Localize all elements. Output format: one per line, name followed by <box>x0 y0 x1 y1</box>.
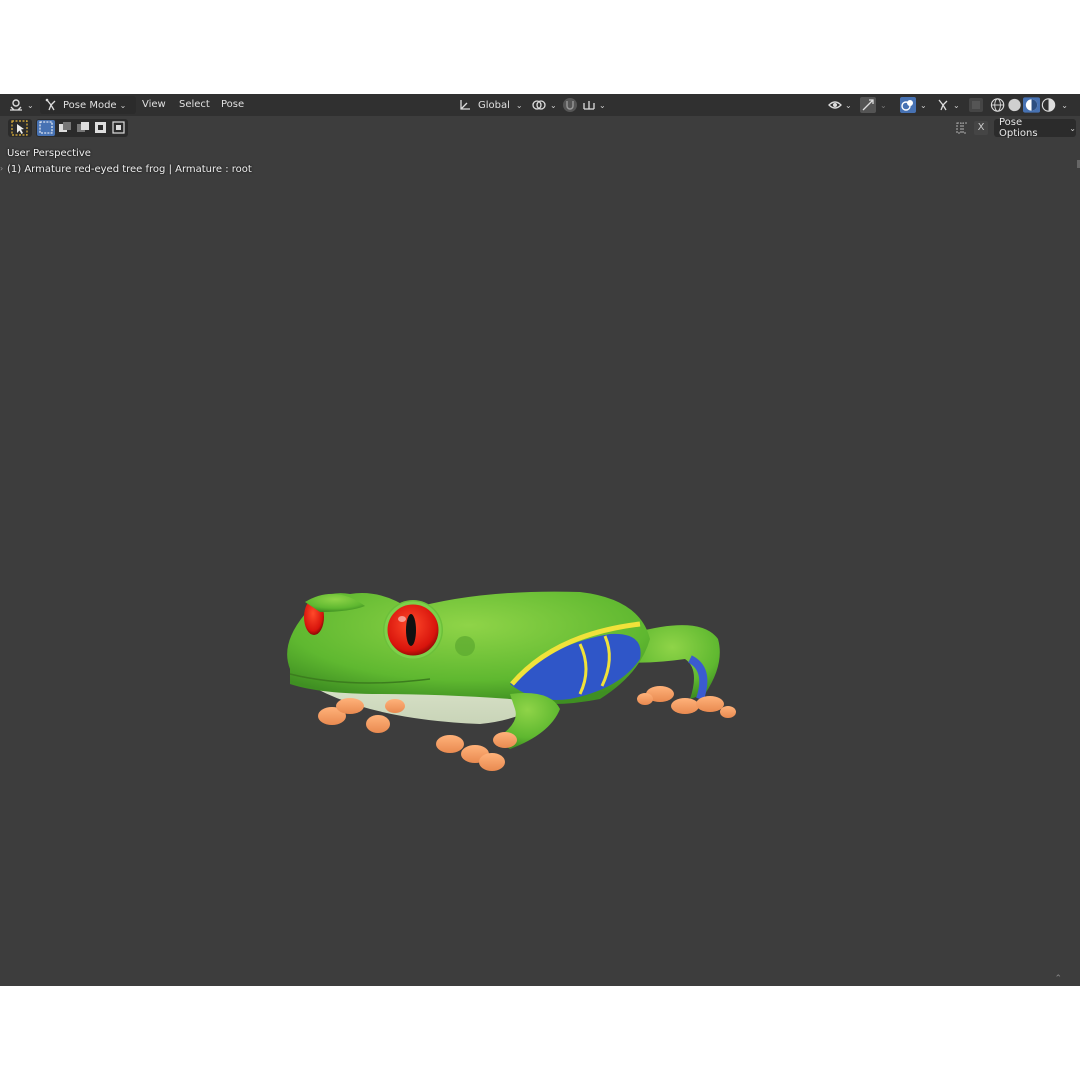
wireframe-shading-icon[interactable] <box>990 97 1005 113</box>
scroll-up-icon[interactable]: ⌃ <box>1054 974 1062 984</box>
overlay-icon <box>900 97 916 113</box>
mirror-x-group: X <box>952 119 988 137</box>
xray-icon <box>969 98 983 112</box>
pose-mode-icon <box>45 98 56 111</box>
material-shading-icon[interactable] <box>1023 97 1041 113</box>
mode-label: Pose Mode <box>63 99 117 111</box>
object-info-label: (1) Armature red-eyed tree frog | Armatu… <box>7 164 252 175</box>
blender-window: ⌄ Pose Mode ⌄ View Select Pose Global ⌄ … <box>0 94 1080 986</box>
select-mode-group <box>36 119 128 137</box>
snap-toggle[interactable] <box>562 96 580 114</box>
editor-type-button[interactable]: ⌄ <box>8 96 34 114</box>
active-tool-button[interactable] <box>8 119 32 137</box>
mode-selector[interactable]: Pose Mode ⌄ <box>40 96 136 114</box>
gizmo-toggle[interactable] <box>860 96 878 114</box>
select-box-tool-icon <box>11 120 28 136</box>
gizmo-icon <box>860 97 876 113</box>
proportional-icon <box>583 101 595 110</box>
snap-icon <box>563 98 577 112</box>
visibility-dropdown[interactable]: ⌄ <box>828 96 854 114</box>
editor-type-icon <box>10 99 22 111</box>
pose-options-label: Pose Options <box>999 117 1038 139</box>
xray-toggle[interactable] <box>968 96 986 114</box>
mirror-x-toggle[interactable]: X <box>974 121 988 135</box>
gizmo-dropdown[interactable]: ⌄ <box>880 96 888 114</box>
perspective-label: User Perspective <box>7 148 91 159</box>
shading-selector: ⌄ <box>990 96 1068 114</box>
tool-header: X Pose Options ⌄ <box>0 116 1080 140</box>
overlay-dropdown[interactable]: ⌄ <box>920 96 930 114</box>
mirror-icon[interactable] <box>954 120 970 136</box>
solid-shading-icon[interactable] <box>1006 97 1023 113</box>
bone-overlay-dropdown[interactable]: ⌄ <box>936 96 964 114</box>
menu-pose[interactable]: Pose <box>218 97 247 113</box>
rendered-shading-icon[interactable] <box>1040 97 1057 113</box>
pivot-icon <box>532 100 546 110</box>
snap-target-dropdown[interactable]: ⌄ <box>582 96 608 114</box>
pose-options-dropdown[interactable]: Pose Options ⌄ <box>994 117 1076 139</box>
viewport-header: ⌄ Pose Mode ⌄ View Select Pose Global ⌄ … <box>0 94 1080 116</box>
select-mode-icons <box>37 120 125 136</box>
frog-model[interactable] <box>280 494 740 784</box>
visibility-icon <box>828 101 842 109</box>
menu-view[interactable]: View <box>139 97 169 113</box>
menu-select[interactable]: Select <box>176 97 213 113</box>
overlay-toggle[interactable] <box>900 96 918 114</box>
transform-orientation-icon <box>460 100 470 110</box>
orientation-label: Global <box>478 99 510 111</box>
pivot-point-dropdown[interactable]: ⌄ <box>531 96 557 114</box>
pose-overlay-icon <box>938 99 948 111</box>
transform-orientation-dropdown[interactable]: Global ⌄ <box>455 96 528 114</box>
sidebar-expand-arrow[interactable]: › <box>0 164 3 173</box>
